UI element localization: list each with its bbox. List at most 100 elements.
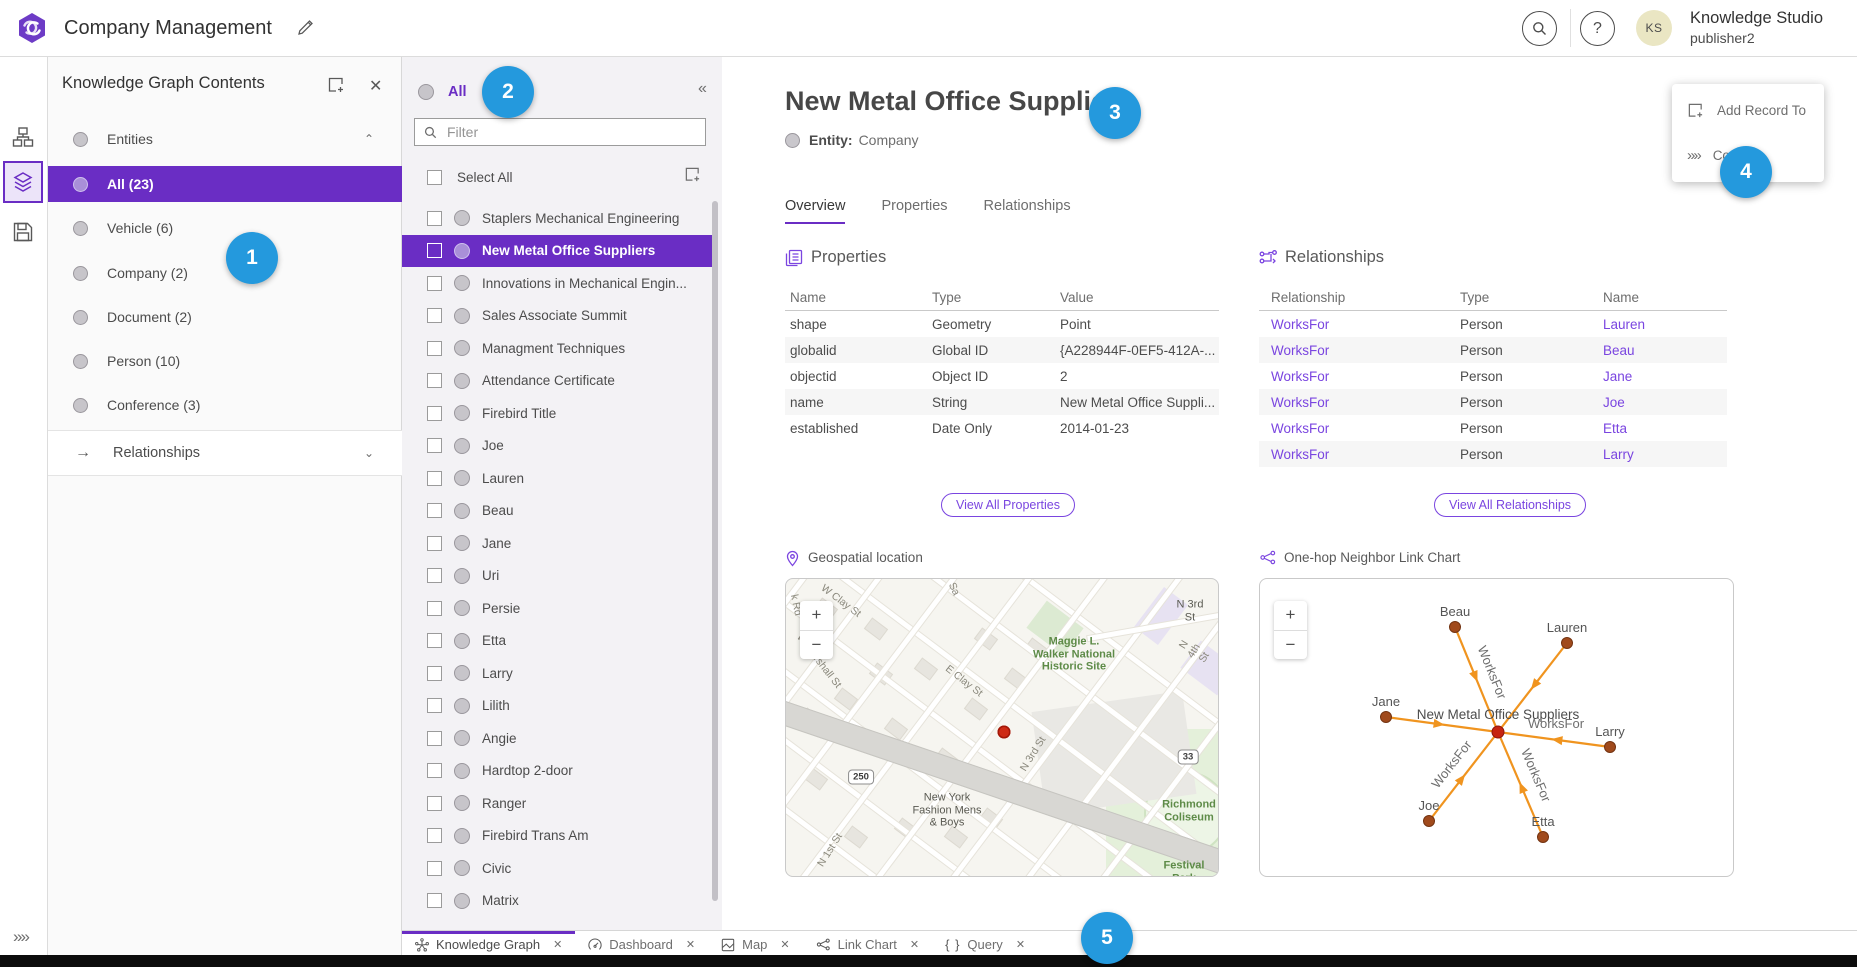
menu-item-add-record-to[interactable]: Add Record To	[1672, 88, 1824, 133]
close-panel-icon[interactable]: ✕	[369, 76, 382, 96]
help-icon[interactable]: ?	[1580, 11, 1615, 46]
scope-row[interactable]: All	[402, 78, 722, 106]
tab-overview[interactable]: Overview	[785, 198, 845, 224]
cell-link[interactable]: WorksFor	[1259, 343, 1448, 358]
layers-tool-selected[interactable]	[3, 161, 43, 203]
view-tab-dashboard[interactable]: Dashboard✕	[575, 931, 708, 955]
list-item[interactable]: Matrix	[402, 885, 714, 918]
item-checkbox[interactable]	[427, 211, 442, 226]
new-record-icon[interactable]	[684, 166, 701, 183]
item-checkbox[interactable]	[427, 406, 442, 421]
cell-link[interactable]: Joe	[1591, 395, 1727, 410]
list-item[interactable]: Beau	[402, 495, 714, 528]
new-record-icon[interactable]	[327, 76, 345, 94]
view-tab-map[interactable]: Map✕	[708, 931, 803, 955]
chevron-up-icon[interactable]: ⌃	[364, 132, 374, 146]
chevron-down-icon[interactable]: ⌄	[364, 446, 374, 460]
view-all-properties-button[interactable]: View All Properties	[941, 493, 1075, 517]
cell-link[interactable]: Beau	[1591, 343, 1727, 358]
search-icon[interactable]	[1522, 11, 1557, 46]
node-jane[interactable]	[1381, 712, 1392, 723]
close-tab-icon[interactable]: ✕	[553, 938, 562, 951]
item-checkbox[interactable]	[427, 666, 442, 681]
item-checkbox[interactable]	[427, 471, 442, 486]
entity-type-row[interactable]: All (23)	[47, 166, 402, 202]
app-logo-icon[interactable]	[16, 12, 48, 44]
item-checkbox[interactable]	[427, 796, 442, 811]
zoom-in-button[interactable]: +	[800, 601, 833, 631]
close-tab-icon[interactable]: ✕	[1016, 938, 1025, 951]
list-item[interactable]: Jane	[402, 527, 714, 560]
list-item[interactable]: Sales Associate Summit	[402, 300, 714, 333]
item-checkbox[interactable]	[427, 601, 442, 616]
node-larry[interactable]	[1605, 742, 1616, 753]
node-beau[interactable]	[1450, 622, 1461, 633]
one-hop-link-chart[interactable]: + − BeauLaurenJaneLarryJoeEttaNew Metal …	[1259, 578, 1734, 877]
item-checkbox[interactable]	[427, 861, 442, 876]
cell-link[interactable]: WorksFor	[1259, 421, 1448, 436]
cell-link[interactable]: Lauren	[1591, 317, 1727, 332]
list-item[interactable]: Firebird Title	[402, 397, 714, 430]
view-tab-query[interactable]: { }Query✕	[932, 931, 1038, 955]
list-item[interactable]: New Metal Office Suppliers	[402, 235, 714, 268]
avatar[interactable]: KS	[1636, 10, 1672, 46]
save-icon[interactable]	[12, 221, 36, 245]
list-item[interactable]: Hardtop 2-door	[402, 755, 714, 788]
tab-relationships[interactable]: Relationships	[984, 198, 1071, 224]
close-tab-icon[interactable]: ✕	[910, 938, 919, 951]
item-checkbox[interactable]	[427, 308, 442, 323]
close-tab-icon[interactable]: ✕	[780, 938, 789, 951]
filter-input[interactable]	[445, 123, 705, 141]
list-item[interactable]: Joe	[402, 430, 714, 463]
list-item[interactable]: Larry	[402, 657, 714, 690]
relationships-header-row[interactable]: → Relationships ⌄	[47, 430, 402, 476]
data-model-icon[interactable]	[12, 126, 36, 150]
cell-link[interactable]: Jane	[1591, 369, 1727, 384]
view-tab-link-chart[interactable]: Link Chart✕	[803, 931, 932, 955]
list-item[interactable]: Firebird Trans Am	[402, 820, 714, 853]
node-center[interactable]	[1492, 726, 1504, 738]
list-item[interactable]: Uri	[402, 560, 714, 593]
entity-type-row[interactable]: Vehicle (6)	[47, 210, 402, 246]
list-item[interactable]: Staplers Mechanical Engineering	[402, 202, 714, 235]
item-checkbox[interactable]	[427, 633, 442, 648]
item-checkbox[interactable]	[427, 568, 442, 583]
item-checkbox[interactable]	[427, 731, 442, 746]
list-item[interactable]: Lilith	[402, 690, 714, 723]
geospatial-map[interactable]: k RdW Clay StSaW Marshall StE Clay StMag…	[785, 578, 1219, 877]
item-checkbox[interactable]	[427, 341, 442, 356]
item-checkbox[interactable]	[427, 536, 442, 551]
item-checkbox[interactable]	[427, 763, 442, 778]
item-checkbox[interactable]	[427, 373, 442, 388]
node-joe[interactable]	[1424, 816, 1435, 827]
cell-link[interactable]: WorksFor	[1259, 447, 1448, 462]
list-item[interactable]: Attendance Certificate	[402, 365, 714, 398]
entity-type-row[interactable]: Company (2)	[47, 255, 402, 291]
list-item[interactable]: Managment Techniques	[402, 332, 714, 365]
expand-rail-icon[interactable]: »»	[13, 927, 28, 947]
cell-link[interactable]: WorksFor	[1259, 395, 1448, 410]
select-all-row[interactable]: Select All	[402, 164, 722, 190]
list-item[interactable]: Etta	[402, 625, 714, 658]
list-item[interactable]: Ranger	[402, 787, 714, 820]
select-all-checkbox[interactable]	[427, 170, 442, 185]
item-checkbox[interactable]	[427, 276, 442, 291]
tab-properties[interactable]: Properties	[881, 198, 947, 224]
item-checkbox[interactable]	[427, 698, 442, 713]
item-checkbox[interactable]	[427, 503, 442, 518]
record-location-marker[interactable]	[998, 726, 1011, 739]
list-item[interactable]: Innovations in Mechanical Engin...	[402, 267, 714, 300]
close-tab-icon[interactable]: ✕	[686, 938, 695, 951]
cell-link[interactable]: WorksFor	[1259, 317, 1448, 332]
item-checkbox[interactable]	[427, 828, 442, 843]
list-item[interactable]: Civic	[402, 852, 714, 885]
entity-type-row[interactable]: Person (10)	[47, 343, 402, 379]
cell-link[interactable]: Etta	[1591, 421, 1727, 436]
node-etta[interactable]	[1538, 832, 1549, 843]
zoom-in-button[interactable]: +	[1274, 601, 1307, 631]
cell-link[interactable]: WorksFor	[1259, 369, 1448, 384]
list-item[interactable]: Lauren	[402, 462, 714, 495]
list-item[interactable]: Persie	[402, 592, 714, 625]
collapse-panel-icon[interactable]: «	[698, 80, 705, 98]
list-item[interactable]: Angie	[402, 722, 714, 755]
